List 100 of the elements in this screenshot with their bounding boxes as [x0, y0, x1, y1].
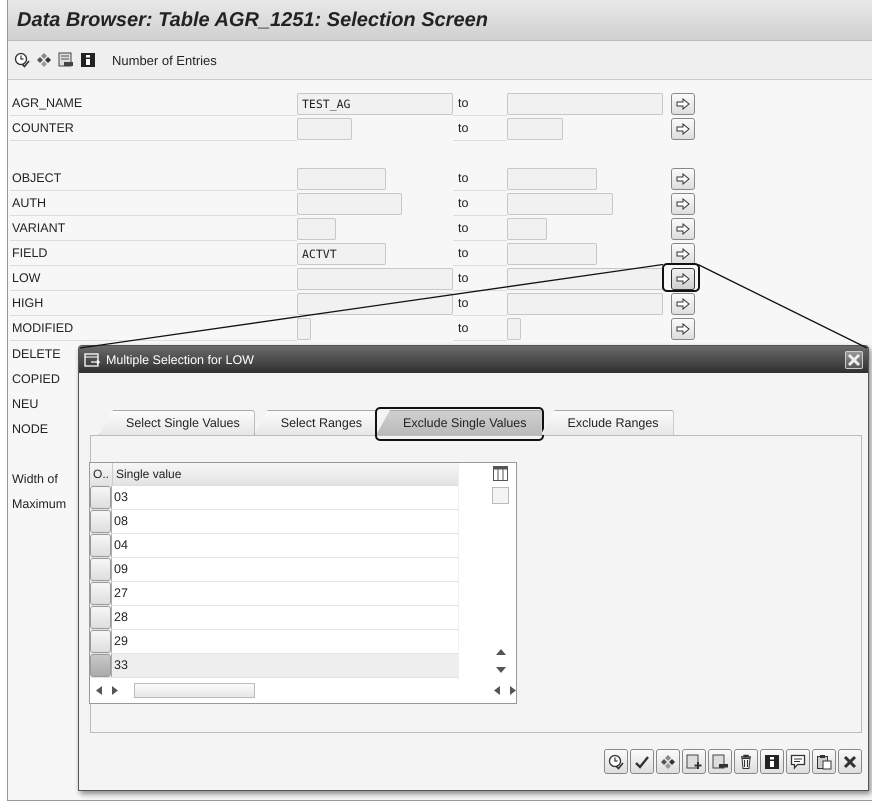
field-label: NEU: [11, 396, 40, 412]
input-field[interactable]: [507, 92, 663, 114]
diamond-arrows-icon[interactable]: [36, 52, 52, 68]
table-cell[interactable]: 28: [111, 606, 458, 629]
navigate-button[interactable]: [656, 749, 680, 774]
execute-button[interactable]: [604, 749, 628, 774]
input-field[interactable]: [507, 268, 663, 290]
input-field[interactable]: [507, 318, 521, 340]
multiple-selection-button[interactable]: [671, 118, 695, 140]
clipboard-icon: [816, 754, 832, 770]
tab[interactable]: Select Ranges: [254, 410, 378, 435]
input-field[interactable]: [507, 292, 663, 314]
close-button[interactable]: [845, 350, 863, 368]
input-field[interactable]: [297, 268, 453, 290]
info-button[interactable]: [760, 749, 784, 774]
dialog-title: Multiple Selection for LOW: [106, 352, 254, 366]
input-field[interactable]: [297, 318, 311, 340]
field-label: FIELD: [10, 241, 297, 266]
input-field[interactable]: ACTVT: [297, 242, 386, 264]
multiple-selection-button[interactable]: [671, 218, 695, 240]
window-title: Data Browser: Table AGR_1251: Selection Screen: [17, 8, 488, 32]
multiple-selection-button[interactable]: [671, 242, 695, 264]
field-label: DELETE: [11, 346, 62, 362]
scroll-thumb[interactable]: [134, 683, 256, 698]
number-of-entries-button[interactable]: Number of Entries: [102, 52, 217, 68]
input-field[interactable]: [297, 118, 352, 140]
input-field[interactable]: [507, 192, 613, 214]
trash-icon: [738, 754, 754, 770]
table-cell[interactable]: 09: [111, 558, 458, 581]
clock-check-icon: [608, 754, 624, 770]
delete-row-button[interactable]: [708, 749, 732, 774]
field-label: AUTH: [10, 191, 297, 216]
row-selector[interactable]: [90, 510, 111, 533]
input-field[interactable]: [297, 168, 386, 190]
tab[interactable]: Exclude Single Values: [376, 410, 542, 435]
table-cell[interactable]: 03: [111, 486, 458, 509]
insert-row-button[interactable]: [682, 749, 706, 774]
scroll-down-icon[interactable]: [496, 666, 506, 674]
field-label: Width of: [11, 470, 59, 488]
scroll-left-icon[interactable]: [494, 686, 500, 695]
column-settings-icon[interactable]: [493, 466, 508, 481]
field-label: Maximum: [11, 496, 68, 512]
field-label: LOW: [10, 266, 297, 291]
row-selector[interactable]: [90, 582, 111, 605]
input-field[interactable]: [507, 118, 563, 140]
row-selector[interactable]: [90, 558, 111, 581]
field-label: COPIED: [11, 370, 61, 388]
row-selector[interactable]: [90, 630, 111, 653]
confirm-button[interactable]: [630, 749, 654, 774]
row-selector[interactable]: [90, 534, 111, 557]
input-field[interactable]: [297, 192, 402, 214]
remove-row-icon: [712, 754, 728, 770]
tab[interactable]: Select Single Values: [99, 410, 255, 435]
input-field[interactable]: [507, 218, 547, 240]
clock-check-icon[interactable]: [14, 52, 30, 68]
scroll-thumb[interactable]: [492, 487, 509, 504]
list-icon[interactable]: [58, 52, 74, 68]
arrow-icon: [676, 272, 690, 284]
input-field[interactable]: TEST_AG: [297, 92, 453, 114]
row-selector[interactable]: [90, 606, 111, 629]
arrow-icon: [676, 222, 690, 234]
input-field[interactable]: [297, 218, 336, 240]
row-selector[interactable]: [90, 486, 111, 509]
table-cell[interactable]: 08: [111, 510, 458, 533]
paste-button[interactable]: [812, 749, 836, 774]
field-label: COUNTER: [10, 116, 297, 141]
input-field[interactable]: [507, 242, 597, 264]
input-field[interactable]: [297, 292, 453, 314]
field-label: MODIFIED: [10, 316, 297, 341]
multiple-selection-button[interactable]: [671, 268, 695, 290]
arrow-icon: [676, 122, 690, 134]
diamond-arrows-icon: [660, 754, 676, 770]
callout-frame: [662, 262, 700, 292]
tab[interactable]: Exclude Ranges: [540, 410, 674, 435]
scroll-right-icon[interactable]: [112, 686, 118, 695]
field-label: OBJECT: [10, 166, 297, 191]
column-header: Single value: [115, 466, 182, 483]
table-cell[interactable]: 29: [111, 630, 458, 653]
multiple-selection-button[interactable]: [671, 318, 695, 340]
field-label: NODE: [11, 420, 50, 438]
window-icon: [84, 352, 102, 366]
import-button[interactable]: [786, 749, 810, 774]
info-icon[interactable]: [80, 52, 96, 68]
table-cell[interactable]: 04: [111, 534, 458, 557]
delete-button[interactable]: [734, 749, 758, 774]
field-label: HIGH: [10, 291, 297, 316]
table-cell[interactable]: 33: [111, 654, 458, 677]
arrow-icon: [676, 298, 690, 310]
speech-bubble-icon: [790, 754, 806, 770]
scroll-right-icon[interactable]: [510, 686, 516, 695]
arrow-icon: [676, 172, 690, 184]
cancel-button[interactable]: [838, 749, 862, 774]
multiple-selection-button[interactable]: [671, 168, 695, 190]
table-cell[interactable]: 27: [111, 582, 458, 605]
multiple-selection-button[interactable]: [671, 192, 695, 214]
scroll-up-icon[interactable]: [496, 648, 506, 656]
input-field[interactable]: [507, 168, 597, 190]
scroll-left-icon[interactable]: [96, 686, 102, 695]
multiple-selection-button[interactable]: [671, 292, 695, 314]
multiple-selection-button[interactable]: [671, 92, 695, 114]
